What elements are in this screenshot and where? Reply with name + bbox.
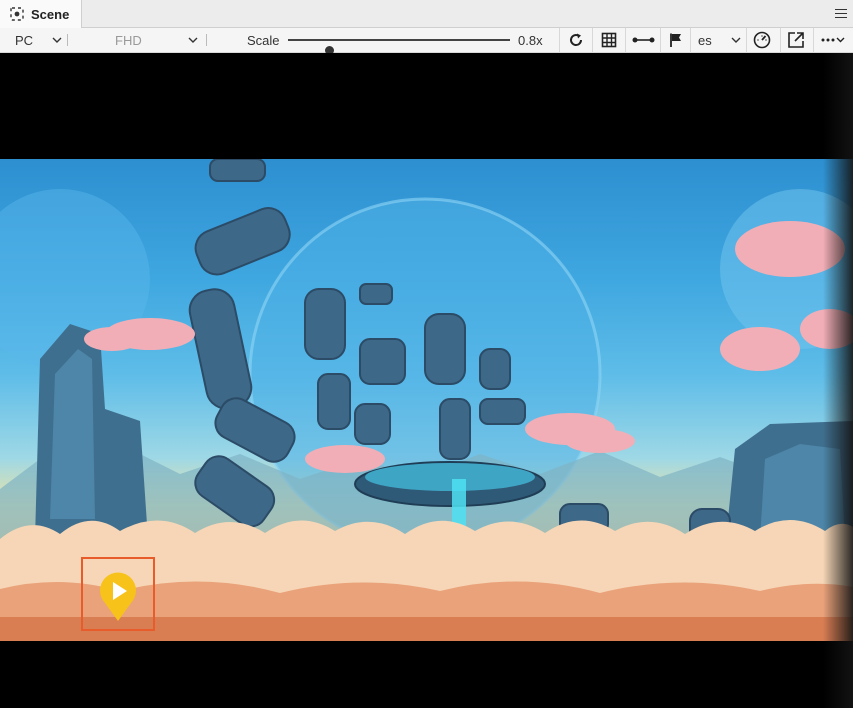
toolbar-divider (660, 28, 661, 52)
chevron-down-icon (52, 37, 62, 43)
scale-value: 0.8x (518, 32, 543, 48)
toolbar-divider (559, 28, 560, 52)
scale-slider[interactable] (288, 39, 510, 55)
connect-button[interactable] (632, 28, 656, 52)
toolbar-divider (67, 34, 68, 46)
toolbar-divider (690, 28, 691, 52)
toolbar-divider (813, 28, 814, 52)
play-pin-icon (100, 572, 136, 621)
connect-icon (632, 37, 655, 43)
language-value: es (698, 32, 712, 48)
hamburger-menu-icon[interactable] (835, 6, 847, 20)
language-select[interactable]: es (698, 28, 742, 52)
refresh-button[interactable] (568, 28, 584, 52)
scene-toolbar: PC FHD Scale 0.8x es (0, 28, 853, 55)
toolbar-divider (780, 28, 781, 52)
resolution-select[interactable]: FHD (115, 28, 199, 52)
panel-tab-bar: Scene (0, 0, 853, 28)
scene-tab-label: Scene (31, 6, 70, 22)
scene-tab[interactable]: Scene (0, 0, 82, 28)
chevron-down-icon (188, 37, 198, 43)
refresh-icon (570, 33, 583, 46)
scene-viewport[interactable] (0, 53, 853, 708)
grid-button[interactable] (601, 28, 617, 52)
open-external-button[interactable] (787, 28, 805, 52)
game-scene-canvas[interactable] (0, 159, 853, 641)
platform-select[interactable]: PC (15, 28, 63, 52)
more-icon (821, 37, 845, 43)
performance-button[interactable] (753, 28, 771, 52)
flag-icon (670, 33, 681, 47)
flag-button[interactable] (668, 28, 684, 52)
grid-icon (601, 32, 617, 48)
toolbar-divider (592, 28, 593, 52)
scale-label: Scale (247, 32, 280, 48)
more-button[interactable] (820, 28, 846, 52)
platform-value: PC (15, 32, 34, 48)
toolbar-divider (746, 28, 747, 52)
gauge-icon (753, 31, 771, 49)
toolbar-divider (625, 28, 626, 52)
play-entry-marker[interactable] (81, 557, 155, 631)
chevron-down-icon (731, 37, 741, 43)
toolbar-divider (206, 34, 207, 46)
resolution-value: FHD (115, 32, 142, 48)
open-external-icon (788, 32, 804, 48)
viewport-edge-shade (823, 53, 853, 708)
scene-icon (10, 7, 24, 21)
